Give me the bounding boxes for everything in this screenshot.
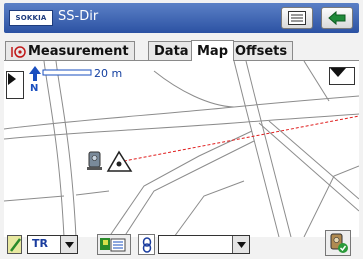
layer-select-icon bbox=[100, 238, 126, 252]
instrument-ok-icon bbox=[330, 233, 348, 253]
mode-select-arrow[interactable] bbox=[60, 236, 77, 253]
tab-map[interactable]: Map bbox=[191, 40, 235, 61]
link-icon bbox=[142, 236, 151, 253]
chevron-down-icon bbox=[236, 241, 246, 248]
link-button[interactable] bbox=[138, 234, 155, 255]
draw-button[interactable] bbox=[7, 235, 22, 254]
map-canvas[interactable]: N 20 m bbox=[4, 61, 359, 237]
filter-select-arrow[interactable] bbox=[232, 236, 249, 253]
menu-list-icon bbox=[288, 11, 306, 25]
scale-label: 20 m bbox=[94, 67, 123, 80]
mode-select[interactable]: TR bbox=[27, 235, 78, 254]
back-button[interactable] bbox=[321, 7, 353, 29]
expand-panel-button[interactable] bbox=[6, 71, 24, 99]
mode-select-value: TR bbox=[32, 237, 48, 250]
tab-data[interactable]: Data bbox=[148, 41, 195, 61]
back-arrow-icon bbox=[328, 10, 346, 26]
north-scale-indicator: N bbox=[29, 66, 92, 91]
chevron-down-icon bbox=[330, 68, 346, 77]
play-right-icon bbox=[8, 73, 16, 85]
tab-map-label: Map bbox=[197, 43, 229, 59]
chevron-down-icon bbox=[64, 241, 74, 248]
title-bar: SOKKIA SS-Dir bbox=[4, 3, 359, 33]
map-menu-dropdown[interactable] bbox=[329, 67, 355, 85]
north-arrow-icon bbox=[29, 66, 41, 81]
pencil-icon bbox=[9, 237, 21, 252]
tab-offsets-label: Offsets bbox=[235, 44, 288, 59]
tab-offsets[interactable]: Offsets bbox=[229, 41, 294, 61]
tab-data-label: Data bbox=[154, 44, 189, 59]
north-label: N bbox=[30, 83, 38, 91]
layer-select-button[interactable] bbox=[97, 234, 131, 255]
instrument-icon bbox=[87, 151, 102, 170]
tab-measurement[interactable]: Measurement bbox=[5, 41, 135, 61]
sokkia-logo: SOKKIA bbox=[9, 10, 53, 26]
bottom-toolbar: TR bbox=[0, 230, 363, 259]
menu-button[interactable] bbox=[281, 7, 313, 29]
tab-measurement-label: Measurement bbox=[28, 44, 129, 59]
station-triangle-icon bbox=[106, 150, 133, 172]
filter-select[interactable] bbox=[158, 235, 250, 254]
survey-prism-icon bbox=[11, 46, 26, 58]
tab-strip: Measurement Data Map Offsets bbox=[4, 40, 359, 61]
app-title: SS-Dir bbox=[58, 9, 99, 24]
instrument-status-button[interactable] bbox=[325, 230, 351, 256]
